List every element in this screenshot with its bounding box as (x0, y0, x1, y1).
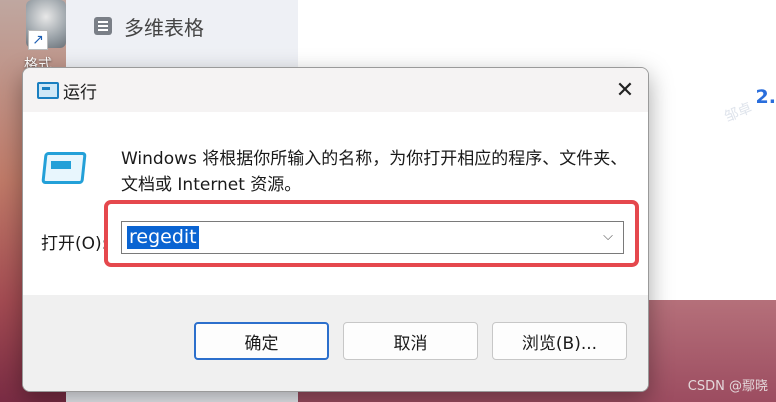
browse-button[interactable]: 浏览(B)... (492, 322, 627, 360)
run-dialog: 运行 ✕ Windows 将根据你所输入的名称，为你打开相应的程序、文件夹、文档… (22, 67, 649, 392)
table-icon (94, 17, 112, 35)
cancel-button[interactable]: 取消 (343, 322, 478, 360)
dialog-footer: 确定 取消 浏览(B)... (23, 295, 648, 391)
open-input-value[interactable]: regedit (127, 226, 199, 249)
dialog-content: Windows 将根据你所输入的名称，为你打开相应的程序、文件夹、文档或 Int… (23, 112, 648, 295)
chevron-down-icon[interactable]: ⌵ (601, 230, 615, 244)
sidebar-item-multidimensional-table[interactable]: 多维表格 (94, 10, 204, 42)
shortcut-arrow-icon: ↗ (28, 30, 48, 50)
page-watermark: 邹卓 (722, 100, 755, 126)
ok-button[interactable]: 确定 (194, 322, 329, 360)
close-button[interactable]: ✕ (602, 68, 648, 112)
dialog-title: 运行 (63, 83, 97, 103)
dialog-description: Windows 将根据你所输入的名称，为你打开相应的程序、文件夹、文档或 Int… (121, 149, 628, 195)
csdn-watermark: CSDN @鄢晓 (687, 379, 768, 394)
sidebar-item-label: 多维表格 (124, 15, 204, 40)
dialog-titlebar[interactable]: 运行 ✕ (23, 68, 648, 112)
run-icon (37, 82, 59, 99)
open-combobox[interactable]: regedit ⌵ (121, 221, 624, 254)
close-icon: ✕ (615, 77, 635, 103)
run-program-icon (41, 152, 87, 184)
list-number: 2. (755, 86, 776, 108)
open-label: 打开(O): (41, 234, 108, 254)
